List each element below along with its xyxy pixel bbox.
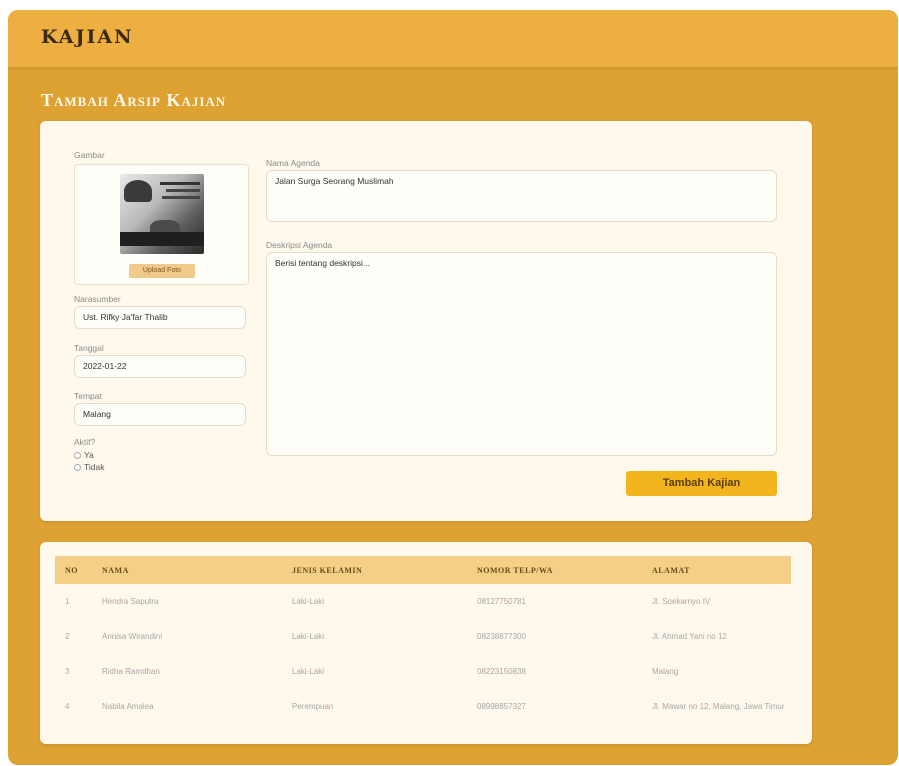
cell-no: 1 xyxy=(65,597,70,606)
gambar-label: Gambar xyxy=(74,150,105,160)
brand-logo[interactable]: KAJIAN xyxy=(41,26,133,48)
aktif-option-ya[interactable]: Ya xyxy=(74,450,94,460)
top-bar: KAJIAN xyxy=(8,10,898,67)
cell-nomor-telp: 08998857327 xyxy=(477,702,526,711)
table-header-row: NO NAMA JENIS KELAMIN NOMOR TELP/WA ALAM… xyxy=(55,556,791,584)
cell-nomor-telp: 08127750781 xyxy=(477,597,526,606)
header-nama[interactable]: NAMA xyxy=(92,556,282,584)
poster-image xyxy=(120,174,204,254)
tempat-field[interactable]: Malang xyxy=(74,403,246,426)
table-row[interactable]: 3 Ridha Ramdhan Laki-Laki 08223150838 Ma… xyxy=(55,654,791,689)
radio-tidak-label: Tidak xyxy=(84,462,105,472)
narasumber-label: Narasumber xyxy=(74,294,121,304)
deskripsi-label: Deskripsi Agenda xyxy=(266,240,333,250)
cell-jenis-kelamin: Laki-Laki xyxy=(292,597,325,606)
cell-nama: Ridha Ramdhan xyxy=(102,667,160,676)
cell-no: 4 xyxy=(65,702,70,711)
radio-ya-label: Ya xyxy=(84,450,94,460)
page-title: Tambah Arsip Kajian xyxy=(41,90,227,110)
add-kajian-form: Gambar Upload Foto Narasumber Ust. Rifky… xyxy=(40,121,812,521)
app-window: KAJIAN Tambah Arsip Kajian Gambar Upload… xyxy=(8,10,898,765)
table-row[interactable]: 4 Nabila Amalea Perempuan 08998857327 Jl… xyxy=(55,689,791,724)
nama-agenda-label: Nama Agenda xyxy=(266,158,320,168)
cell-nama: Hendra Saputra xyxy=(102,597,159,606)
cell-nama: Annisa Wirandini xyxy=(102,632,163,641)
tambah-kajian-button[interactable]: Tambah Kajian xyxy=(626,471,777,496)
cell-jenis-kelamin: Perempuan xyxy=(292,702,334,711)
aktif-label: Aktif? xyxy=(74,437,96,447)
deskripsi-field[interactable]: Berisi tentang deskripsi... xyxy=(266,252,777,456)
cell-alamat: Jl. Ahmad Yani no 12 xyxy=(652,631,727,641)
cell-jenis-kelamin: Laki-Laki xyxy=(292,632,325,641)
radio-tidak[interactable] xyxy=(74,463,81,471)
cell-alamat: Jl. Mawar no 12, Malang, Jawa Timur xyxy=(652,701,785,711)
header-no[interactable]: NO xyxy=(55,556,92,584)
tanggal-field[interactable]: 2022-01-22 xyxy=(74,355,246,378)
image-upload-box[interactable]: Upload Foto xyxy=(74,164,249,285)
table-row[interactable]: 1 Hendra Saputra Laki-Laki 08127750781 J… xyxy=(55,584,791,619)
table-row[interactable]: 2 Annisa Wirandini Laki-Laki 08238877300… xyxy=(55,619,791,654)
nama-agenda-field[interactable]: Jalan Surga Seorang Muslimah xyxy=(266,170,777,222)
cell-nomor-telp: 08223150838 xyxy=(477,667,526,676)
cell-jenis-kelamin: Laki-Laki xyxy=(292,667,325,676)
cell-alamat: Malang xyxy=(652,666,679,676)
jamaah-table: NO NAMA JENIS KELAMIN NOMOR TELP/WA ALAM… xyxy=(55,556,791,724)
tanggal-label: Tanggal xyxy=(74,343,104,353)
cell-alamat: Jl. Soekarnyo IV xyxy=(652,596,711,606)
narasumber-field[interactable]: Ust. Rifky Ja'far Thalib xyxy=(74,306,246,329)
cell-nomor-telp: 08238877300 xyxy=(477,632,526,641)
header-alamat[interactable]: ALAMAT xyxy=(642,556,791,584)
cell-no: 3 xyxy=(65,667,70,676)
upload-photo-button[interactable]: Upload Foto xyxy=(129,264,195,278)
jamaah-table-card: NO NAMA JENIS KELAMIN NOMOR TELP/WA ALAM… xyxy=(40,542,812,744)
cell-nama: Nabila Amalea xyxy=(102,702,154,711)
header-jenis-kelamin[interactable]: JENIS KELAMIN xyxy=(282,556,467,584)
radio-ya[interactable] xyxy=(74,451,81,459)
aktif-option-tidak[interactable]: Tidak xyxy=(74,462,104,472)
header-nomor-telp[interactable]: NOMOR TELP/WA xyxy=(467,556,642,584)
cell-no: 2 xyxy=(65,632,70,641)
tempat-label: Tempat xyxy=(74,391,102,401)
